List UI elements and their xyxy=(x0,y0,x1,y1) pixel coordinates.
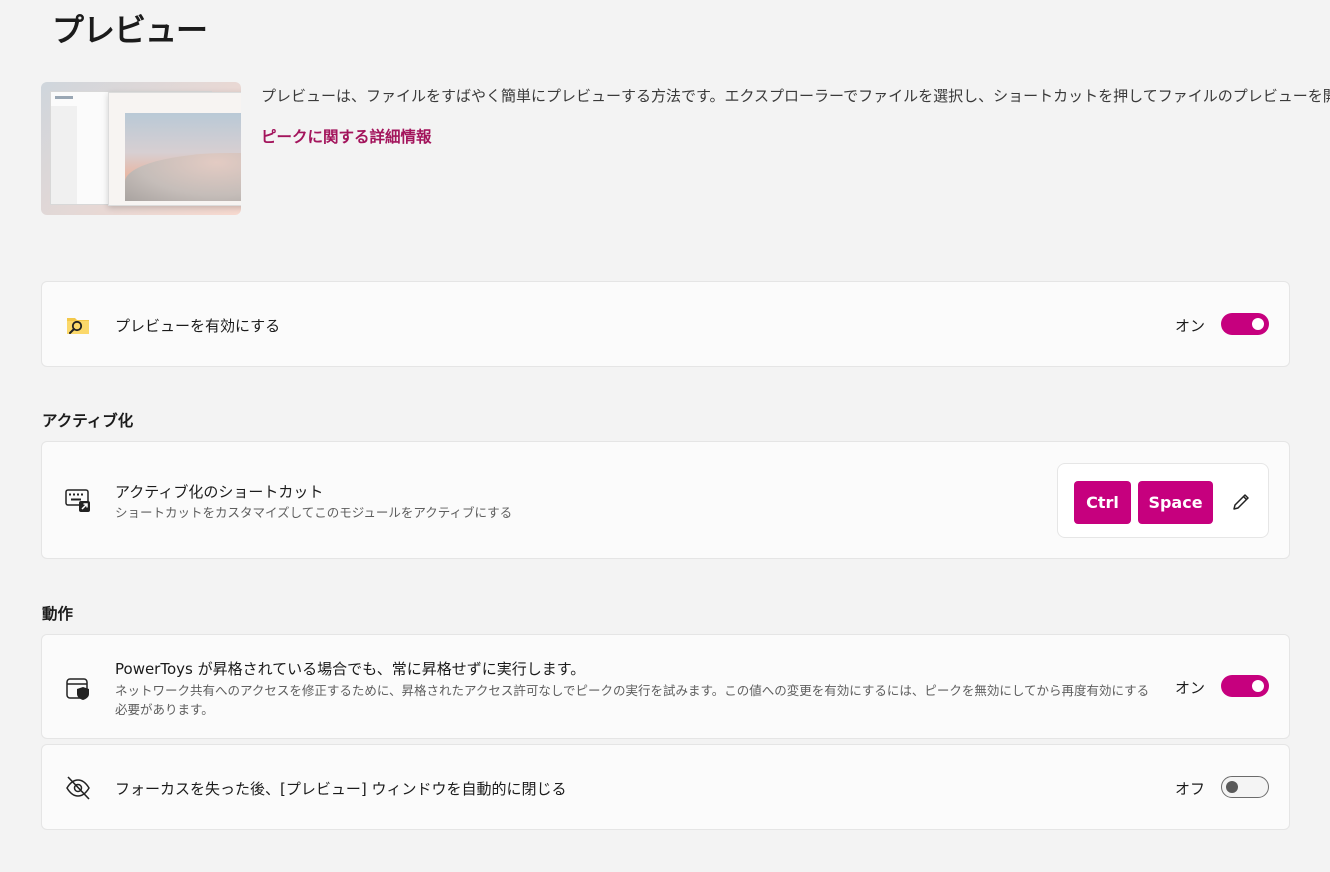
enable-peek-toggle[interactable] xyxy=(1221,313,1269,335)
close-after-focus-lost-state-label: オフ xyxy=(1174,780,1205,798)
pencil-icon xyxy=(1233,494,1249,510)
peek-folder-icon xyxy=(64,311,92,339)
eye-hidden-icon xyxy=(64,774,92,802)
enable-peek-title: プレビューを有効にする xyxy=(115,317,281,335)
activation-section-header: アクティブ化 xyxy=(42,412,134,430)
activation-shortcut-card: アクティブ化のショートカット ショートカットをカスタマイズしてこのモジュールをア… xyxy=(41,441,1290,559)
enable-peek-card: プレビューを有効にする オン xyxy=(41,281,1290,367)
activation-shortcut-subtitle: ショートカットをカスタマイズしてこのモジュールをアクティブにする xyxy=(115,505,513,520)
learn-more-link[interactable]: ピークに関する詳細情報 xyxy=(261,125,432,147)
hero-preview-window xyxy=(108,92,241,206)
run-not-elevated-subtitle: ネットワーク共有へのアクセスを修正するために、昇格されたアクセス許可なしでピーク… xyxy=(115,683,1150,717)
run-not-elevated-title: PowerToys が昇格されている場合でも、常に昇格せずに実行します。 xyxy=(115,660,586,678)
page-title: プレビュー xyxy=(52,11,208,49)
shortcut-key-ctrl[interactable]: Ctrl xyxy=(1074,481,1131,524)
hero-image xyxy=(41,82,241,215)
close-after-focus-lost-card: フォーカスを失った後、[プレビュー] ウィンドウを自動的に閉じる オフ xyxy=(41,744,1290,830)
behavior-section-header: 動作 xyxy=(42,605,74,623)
peek-settings-page: プレビュー プレビューは、ファイルをすばやく簡単にプレビューする方法です。エクス… xyxy=(0,0,1330,872)
keyboard-shortcut-icon xyxy=(64,486,92,514)
close-after-focus-lost-title: フォーカスを失った後、[プレビュー] ウィンドウを自動的に閉じる xyxy=(115,780,567,798)
page-description: プレビューは、ファイルをすばやく簡単にプレビューする方法です。エクスプローラーで… xyxy=(261,87,1330,105)
run-not-elevated-toggle[interactable] xyxy=(1221,675,1269,697)
close-after-focus-lost-toggle[interactable] xyxy=(1221,776,1269,798)
shield-window-icon xyxy=(64,675,92,703)
run-not-elevated-card: PowerToys が昇格されている場合でも、常に昇格せずに実行します。 ネット… xyxy=(41,634,1290,739)
shortcut-key-space[interactable]: Space xyxy=(1138,481,1213,524)
enable-peek-state-label: オン xyxy=(1174,317,1205,335)
shortcut-editor[interactable]: Ctrl Space xyxy=(1057,463,1269,538)
run-not-elevated-state-label: オン xyxy=(1174,679,1205,697)
activation-shortcut-title: アクティブ化のショートカット xyxy=(115,483,324,501)
edit-shortcut-button[interactable] xyxy=(1228,489,1254,515)
